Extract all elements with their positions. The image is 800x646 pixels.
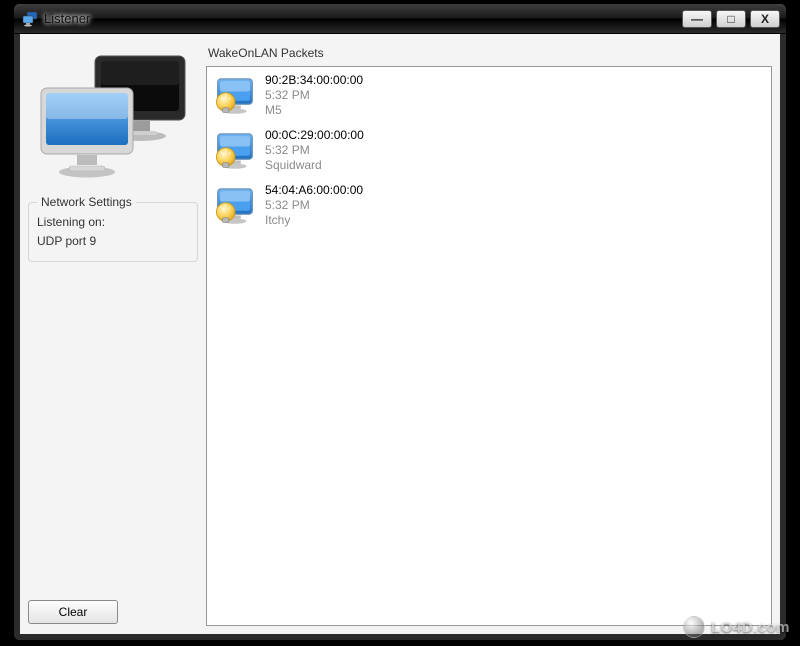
packet-name: Itchy: [265, 213, 363, 228]
maximize-icon: □: [727, 12, 734, 26]
client-area: Network Settings Listening on: UDP port …: [14, 34, 786, 640]
watermark: LO4D.com: [683, 616, 790, 638]
packet-mac: 90:2B:34:00:00:00: [265, 73, 363, 88]
network-settings-legend: Network Settings: [37, 195, 136, 209]
packet-mac: 00:0C:29:00:00:00: [265, 128, 364, 143]
watermark-icon: [683, 616, 705, 638]
packet-icon: [213, 73, 257, 117]
main-panel: WakeOnLAN Packets 90:2B:34:00:00:005:32 …: [206, 42, 772, 626]
packet-text: 90:2B:34:00:00:005:32 PMM5: [265, 73, 363, 118]
titlebar[interactable]: Listener — □ X: [14, 4, 786, 34]
packet-text: 00:0C:29:00:00:005:32 PMSquidward: [265, 128, 364, 173]
packet-item[interactable]: 00:0C:29:00:00:005:32 PMSquidward: [209, 126, 769, 181]
packet-name: Squidward: [265, 158, 364, 173]
window-title: Listener: [44, 11, 90, 26]
sidebar: Network Settings Listening on: UDP port …: [28, 42, 198, 626]
minimize-button[interactable]: —: [682, 10, 712, 28]
packet-name: M5: [265, 103, 363, 118]
packet-time: 5:32 PM: [265, 88, 363, 103]
listening-label: Listening on:: [37, 213, 189, 232]
watermark-text: LO4D.com: [711, 619, 790, 636]
network-settings-group: Network Settings Listening on: UDP port …: [28, 202, 198, 262]
packet-time: 5:32 PM: [265, 143, 364, 158]
packet-text: 54:04:A6:00:00:005:32 PMItchy: [265, 183, 363, 228]
monitors-illustration: [33, 46, 193, 186]
close-icon: X: [761, 12, 769, 26]
app-icon: [22, 11, 38, 27]
clear-button[interactable]: Clear: [28, 600, 118, 624]
maximize-button[interactable]: □: [716, 10, 746, 28]
packet-icon: [213, 128, 257, 172]
close-button[interactable]: X: [750, 10, 780, 28]
packets-header: WakeOnLAN Packets: [206, 42, 772, 66]
packet-item[interactable]: 90:2B:34:00:00:005:32 PMM5: [209, 71, 769, 126]
window: Listener — □ X: [14, 4, 786, 640]
packet-time: 5:32 PM: [265, 198, 363, 213]
minimize-icon: —: [691, 12, 703, 26]
listening-port: UDP port 9: [37, 232, 189, 251]
packet-icon: [213, 183, 257, 227]
packets-list[interactable]: 90:2B:34:00:00:005:32 PMM500:0C:29:00:00…: [206, 66, 772, 626]
packet-item[interactable]: 54:04:A6:00:00:005:32 PMItchy: [209, 181, 769, 236]
packet-mac: 54:04:A6:00:00:00: [265, 183, 363, 198]
